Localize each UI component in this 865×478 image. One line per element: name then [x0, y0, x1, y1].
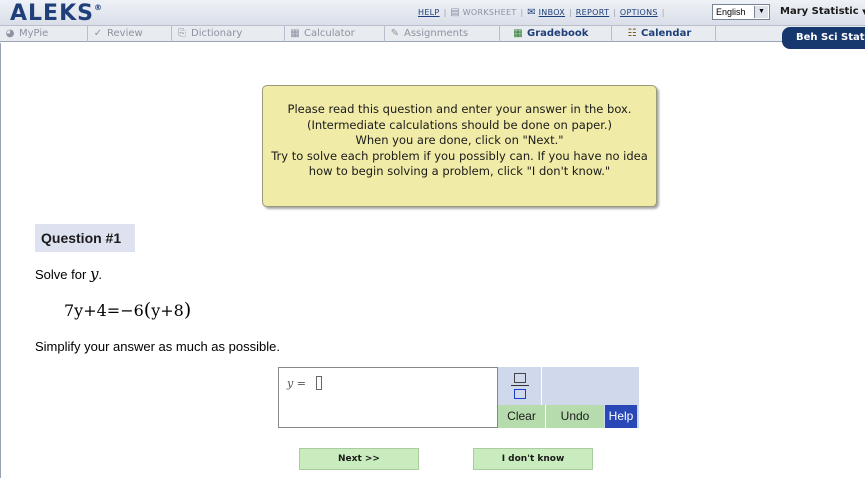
pencil-icon: ✎: [390, 28, 400, 39]
help-button[interactable]: Help: [605, 405, 637, 428]
next-button[interactable]: Next >>: [299, 448, 419, 470]
fraction-numerator-icon: [514, 373, 526, 383]
fraction-button[interactable]: [498, 367, 542, 405]
answer-tools: Clear Undo Help: [498, 367, 639, 428]
question-prompt: Solve for y.: [35, 265, 102, 283]
pie-icon: ◕: [5, 28, 15, 39]
worksheet-link[interactable]: WORKSHEET: [463, 8, 517, 17]
language-value: English: [716, 7, 746, 17]
equation: 7y+4=−6(y+8): [64, 299, 191, 321]
fraction-denominator-icon: [514, 389, 526, 399]
tab-label: Calculator: [304, 28, 355, 39]
calculator-icon: ▦: [290, 28, 300, 39]
book-icon: ⎘: [178, 28, 186, 39]
question-number: Question #1: [35, 224, 135, 252]
prompt-suffix: .: [98, 267, 103, 282]
tab-gradebook[interactable]: ▦ Gradebook: [500, 26, 612, 42]
content-border: [0, 43, 1, 478]
tab-calendar[interactable]: ☷ Calendar: [612, 26, 716, 42]
help-link[interactable]: HELP: [418, 8, 440, 17]
tab-dictionary[interactable]: ⎘ Dictionary: [172, 26, 285, 42]
instruction-line: When you are done, click on "Next.": [355, 133, 564, 147]
answer-label: y =: [287, 377, 306, 390]
instructions-box: Please read this question and enter your…: [262, 85, 657, 207]
dont-know-button[interactable]: I don't know: [473, 448, 593, 470]
answer-cursor-box[interactable]: [316, 376, 322, 390]
equation-lhs: 7y+4=−6: [64, 301, 144, 320]
tab-bar: ◕ MyPie ✓ Review ⎘ Dictionary ▦ Calculator ✎…: [0, 26, 865, 42]
instruction-line: how to begin solving a problem, click "I…: [308, 164, 611, 178]
calendar-icon: ☷: [627, 28, 637, 39]
tab-label: MyPie: [19, 28, 49, 39]
checkmark-icon: ✓: [93, 28, 103, 39]
tab-label: Assignments: [404, 28, 469, 39]
language-select[interactable]: English ▼: [712, 4, 770, 20]
separator: |: [569, 8, 572, 17]
instruction-line: (Intermediate calculations should be don…: [306, 117, 613, 132]
instruction-line: Please read this question and enter your…: [287, 102, 632, 116]
tab-assignments[interactable]: ✎ Assignments: [385, 26, 500, 42]
tab-label: Gradebook: [527, 28, 589, 39]
separator: |: [520, 8, 524, 17]
aleks-logo[interactable]: ALEKS®: [10, 1, 103, 26]
instruction-line: Try to solve each problem if you possibl…: [271, 148, 648, 163]
document-icon: ▤: [450, 7, 460, 18]
inbox-link[interactable]: INBOX: [539, 8, 565, 17]
tab-calculator[interactable]: ▦ Calculator: [285, 26, 385, 42]
envelope-icon: ✉: [527, 7, 536, 18]
separator: |: [443, 8, 447, 17]
course-tab[interactable]: Beh Sci Stat: [782, 27, 865, 49]
user-menu[interactable]: Mary Statistic ▼: [780, 6, 865, 17]
tab-label: Review: [107, 28, 143, 39]
options-link[interactable]: OPTIONS: [620, 8, 658, 17]
user-name: Mary Statistic: [780, 6, 859, 17]
undo-button[interactable]: Undo: [546, 405, 604, 428]
simplify-note: Simplify your answer as much as possible…: [35, 339, 280, 354]
prompt-text: Solve for: [35, 267, 87, 282]
separator: |: [661, 8, 665, 17]
top-links: HELP | ▤ WORKSHEET | ✉ INBOX | REPORT | …: [418, 7, 668, 18]
equation-inner: y+8: [151, 301, 184, 320]
tab-review[interactable]: ✓ Review: [88, 26, 172, 42]
gradebook-icon: ▦: [513, 28, 523, 39]
tab-label: Calendar: [641, 28, 692, 39]
paren-close: ): [183, 299, 192, 321]
fraction-bar-icon: [511, 385, 529, 386]
report-link[interactable]: REPORT: [576, 8, 609, 17]
answer-input[interactable]: y =: [278, 367, 498, 428]
separator: |: [613, 8, 616, 17]
clear-button[interactable]: Clear: [498, 405, 546, 428]
tab-mypie[interactable]: ◕ MyPie: [0, 26, 88, 42]
chevron-down-icon[interactable]: ▼: [754, 6, 768, 18]
top-header: ALEKS® HELP | ▤ WORKSHEET | ✉ INBOX | RE…: [0, 0, 865, 26]
tab-label: Dictionary: [191, 28, 243, 39]
